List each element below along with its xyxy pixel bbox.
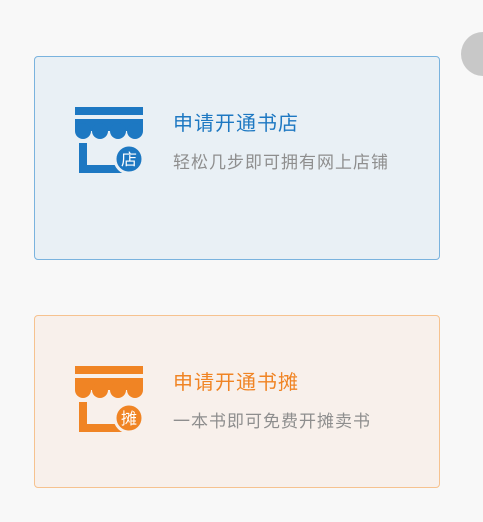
page: 店 申请开通书店 轻松几步即可拥有网上店铺 摊 申请开通书摊 一本书即可免费开摊… bbox=[0, 0, 483, 522]
floating-circle-button[interactable] bbox=[461, 32, 483, 76]
stall-badge-text: 摊 bbox=[121, 409, 137, 428]
card-description: 一本书即可免费开摊卖书 bbox=[173, 412, 371, 432]
apply-bookstore-card[interactable]: 店 申请开通书店 轻松几步即可拥有网上店铺 bbox=[34, 56, 440, 260]
apply-bookstall-card[interactable]: 摊 申请开通书摊 一本书即可免费开摊卖书 bbox=[34, 315, 440, 488]
stall-icon: 摊 bbox=[73, 366, 145, 438]
store-badge-text: 店 bbox=[121, 150, 137, 169]
storefront-icon: 店 bbox=[73, 107, 145, 179]
card-text: 申请开通书店 轻松几步即可拥有网上店铺 bbox=[173, 109, 415, 177]
card-title: 申请开通书店 bbox=[173, 111, 299, 135]
card-text: 申请开通书摊 一本书即可免费开摊卖书 bbox=[173, 368, 415, 436]
card-title: 申请开通书摊 bbox=[173, 370, 299, 394]
card-description: 轻松几步即可拥有网上店铺 bbox=[173, 153, 389, 173]
